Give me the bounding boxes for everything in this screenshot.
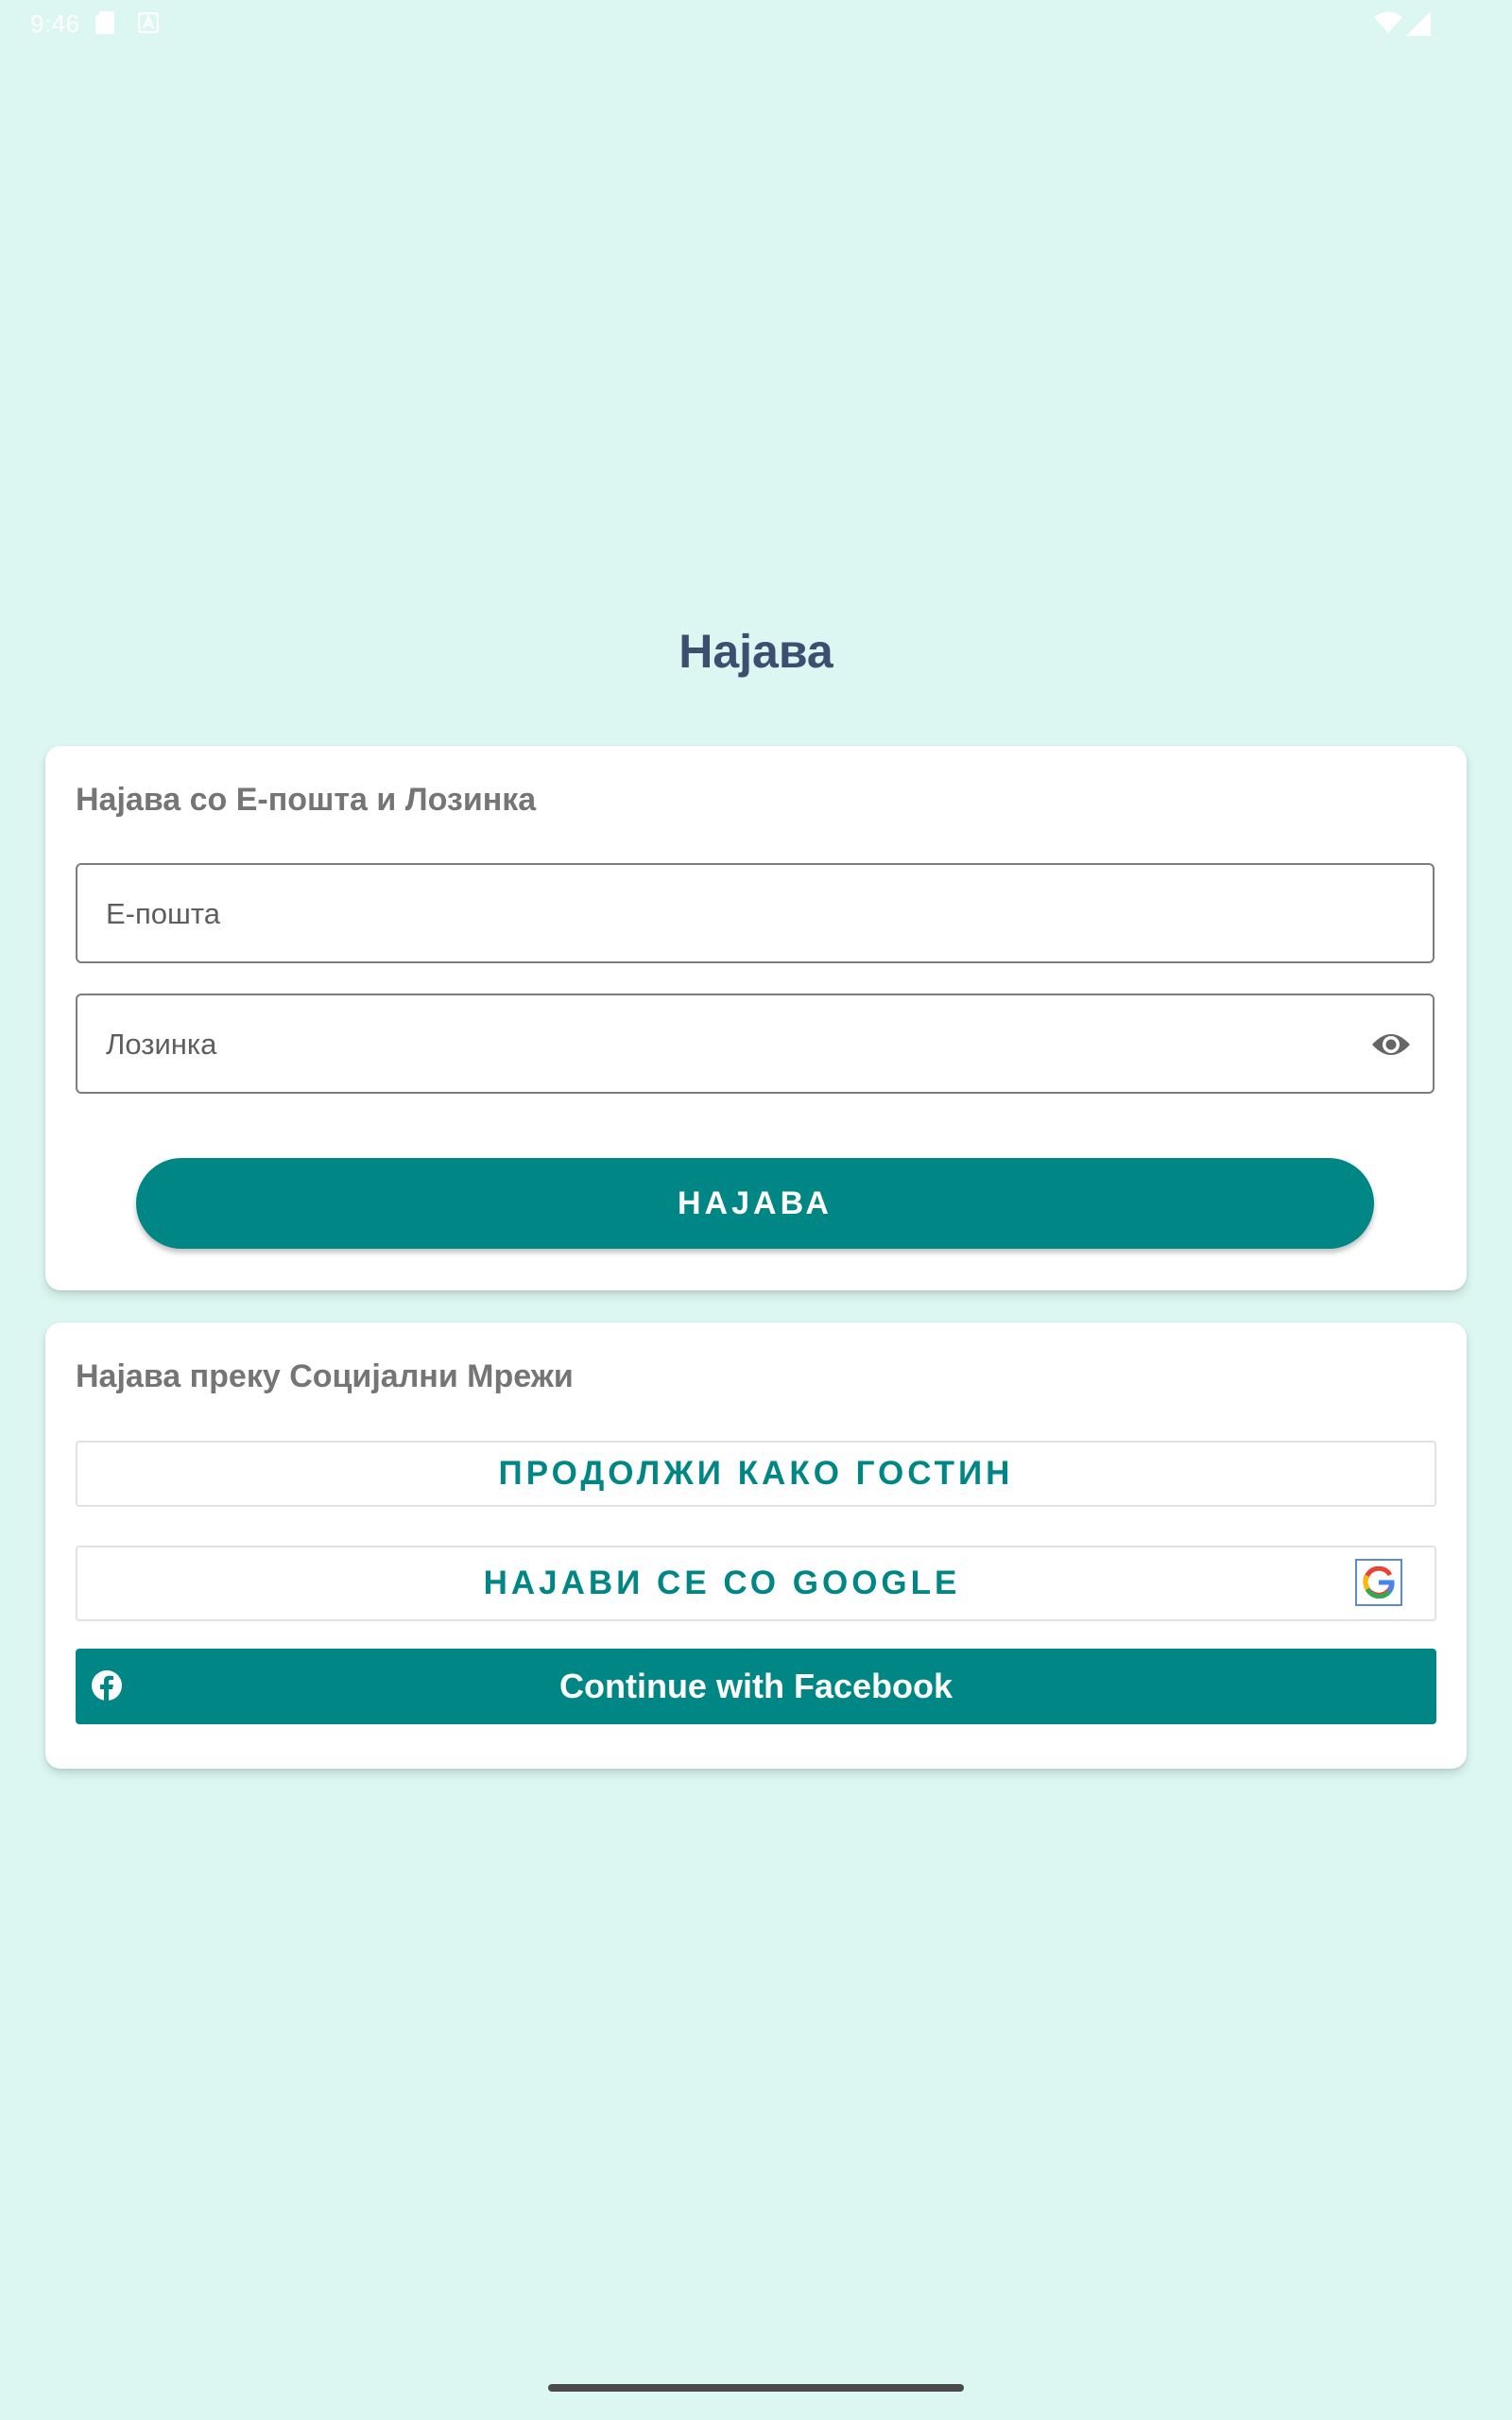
social-login-section-title: Најава преку Социјални Мрежи bbox=[76, 1358, 574, 1394]
facebook-login-button[interactable]: Continue with Facebook bbox=[76, 1649, 1436, 1724]
app-notification-icon bbox=[138, 12, 159, 33]
signal-icon bbox=[1406, 11, 1431, 36]
google-sign-in-label: НАЈАВИ СЕ СО GOOGLE bbox=[483, 1564, 961, 1601]
google-sign-in-button[interactable]: НАЈАВИ СЕ СО GOOGLE bbox=[76, 1546, 1436, 1621]
status-bar: 9:46 bbox=[0, 0, 1512, 45]
email-login-section-title: Најава со Е-пошта и Лозинка bbox=[76, 782, 537, 818]
page-title: Најава bbox=[679, 625, 833, 678]
continue-as-guest-button[interactable]: ПРОДОЛЖИ КАКО ГОСТИН bbox=[76, 1441, 1436, 1507]
email-input[interactable] bbox=[77, 865, 1436, 963]
google-icon bbox=[1355, 1559, 1402, 1606]
social-login-card: Најава преку Социјални Мрежи ПРОДОЛЖИ КА… bbox=[45, 1322, 1467, 1769]
email-field[interactable]: Е-пошта bbox=[76, 863, 1436, 963]
show-password-eye-icon[interactable] bbox=[1370, 1028, 1412, 1062]
password-field[interactable]: Лозинка bbox=[76, 994, 1436, 1094]
facebook-icon bbox=[92, 1670, 122, 1702]
status-time: 9:46 bbox=[30, 9, 80, 38]
sd-card-icon bbox=[95, 11, 114, 34]
login-button[interactable]: НАЈАВА bbox=[136, 1158, 1374, 1249]
wifi-icon bbox=[1374, 11, 1402, 33]
password-input[interactable] bbox=[77, 995, 1436, 1094]
email-login-card: Најава со Е-пошта и Лозинка Е-пошта Лози… bbox=[45, 746, 1467, 1290]
home-indicator[interactable] bbox=[548, 2384, 964, 2392]
facebook-login-label: Continue with Facebook bbox=[558, 1667, 953, 1705]
